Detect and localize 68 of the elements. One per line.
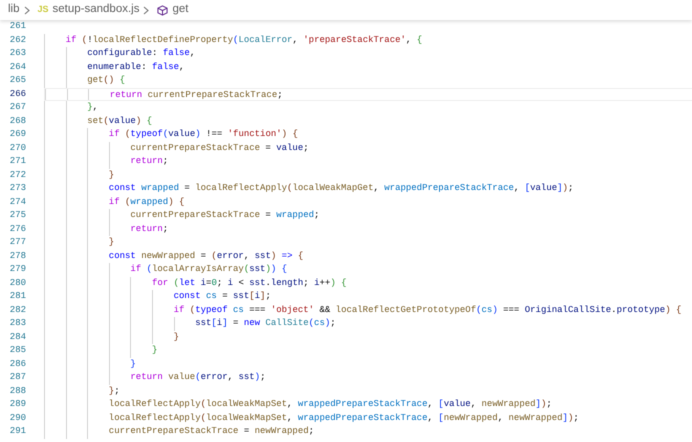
line-number: 277	[8, 236, 26, 249]
line-number: 285	[8, 344, 26, 357]
line-number: 276	[8, 222, 26, 236]
line-number: 279	[8, 263, 26, 276]
code-line: }	[108, 237, 114, 247]
line-number: 271	[8, 155, 26, 168]
code-line: localReflectApply(localWeakMapSet, wrappedPrepareStackTrace, [value, newWrapped]);	[108, 399, 552, 409]
line-number: 268	[8, 114, 26, 128]
line-number: 281	[8, 290, 26, 303]
code-line: if (typeof(value) !== 'function') {	[108, 129, 298, 139]
line-number: 284	[8, 330, 26, 344]
code-line: currentPrepareStackTrace = wrapped;	[130, 210, 320, 220]
code-line: if (!localReflectDefineProperty(LocalError, 'prepareStackTrace', {	[66, 34, 422, 44]
line-number: 290	[8, 412, 26, 424]
code-line: currentPrepareStackTrace = value;	[130, 142, 309, 152]
line-number: 273	[8, 182, 26, 195]
line-number: 287	[8, 371, 26, 384]
line-number: 275	[8, 209, 26, 222]
code-line: if (localArrayIsArray(sst)) {	[130, 264, 288, 274]
line-number: 267	[8, 101, 26, 114]
line-number: 266	[8, 88, 26, 100]
code-line: },	[87, 102, 98, 112]
code-line: configurable: false,	[87, 48, 196, 58]
line-number: 288	[8, 384, 26, 398]
code-line: get() {	[87, 75, 125, 85]
code-line: }	[130, 358, 136, 368]
code-line: return;	[130, 224, 168, 234]
code-line: enumerable: false,	[87, 62, 184, 72]
file-type-icon: JS	[38, 3, 49, 17]
line-number: 278	[8, 250, 26, 262]
line-number: 269	[8, 128, 26, 141]
line-number: 272	[8, 168, 26, 182]
line-number: 262	[8, 34, 26, 46]
line-number: 286	[8, 358, 26, 370]
chevron-icon	[24, 6, 30, 14]
code-line: const cs = sst[i];	[174, 291, 271, 301]
line-number: 274	[8, 196, 26, 208]
line-number: 264	[8, 60, 26, 74]
breadcrumb-item[interactable]: setup-sandbox.js	[52, 1, 140, 19]
chevron-icon	[143, 6, 150, 14]
line-number: 283	[8, 317, 26, 330]
line-number: 291	[8, 425, 26, 438]
code-line: for (let i=0; i < sst.length; i++) {	[152, 278, 347, 288]
code-line: }	[174, 332, 179, 342]
code-line: currentPrepareStackTrace = newWrapped;	[108, 426, 314, 436]
cube-icon	[157, 4, 168, 16]
code-line: }	[152, 345, 158, 355]
code-line: return;	[130, 156, 168, 166]
line-number: 263	[8, 47, 26, 60]
breadcrumb-item[interactable]: lib	[8, 1, 20, 19]
code-line: }	[108, 170, 114, 180]
code-line: set(value) {	[87, 116, 152, 126]
code-line: return currentPrepareStackTrace;	[110, 90, 283, 100]
code-line: const wrapped = localReflectApply(localWeakMapGet, wrappedPrepareStackTrace, [value]);	[108, 183, 574, 193]
line-number: 261	[8, 20, 26, 33]
breadcrumb-item[interactable]: get	[172, 1, 188, 19]
code-line: const newWrapped = (error, sst) => {	[108, 250, 304, 260]
line-number: 265	[8, 74, 26, 87]
code-line: return value(error, sst);	[130, 372, 266, 382]
code-line: localReflectApply(localWeakMapSet, wrappedPrepareStackTrace, [newWrapped, newWrapped]);	[108, 412, 579, 422]
line-number: 289	[8, 398, 26, 411]
code-line: if (typeof cs === 'object' && localReflectGetPrototypeOf(cs) === OriginalCallSite.prototype) {	[174, 304, 682, 314]
line-number: 282	[8, 304, 26, 316]
code-line: if (wrapped) {	[108, 196, 184, 206]
line-number: 280	[8, 276, 26, 290]
line-number: 270	[8, 142, 26, 154]
code-line: sst[i] = new CallSite(cs);	[195, 318, 336, 328]
code-line: };	[108, 386, 120, 396]
